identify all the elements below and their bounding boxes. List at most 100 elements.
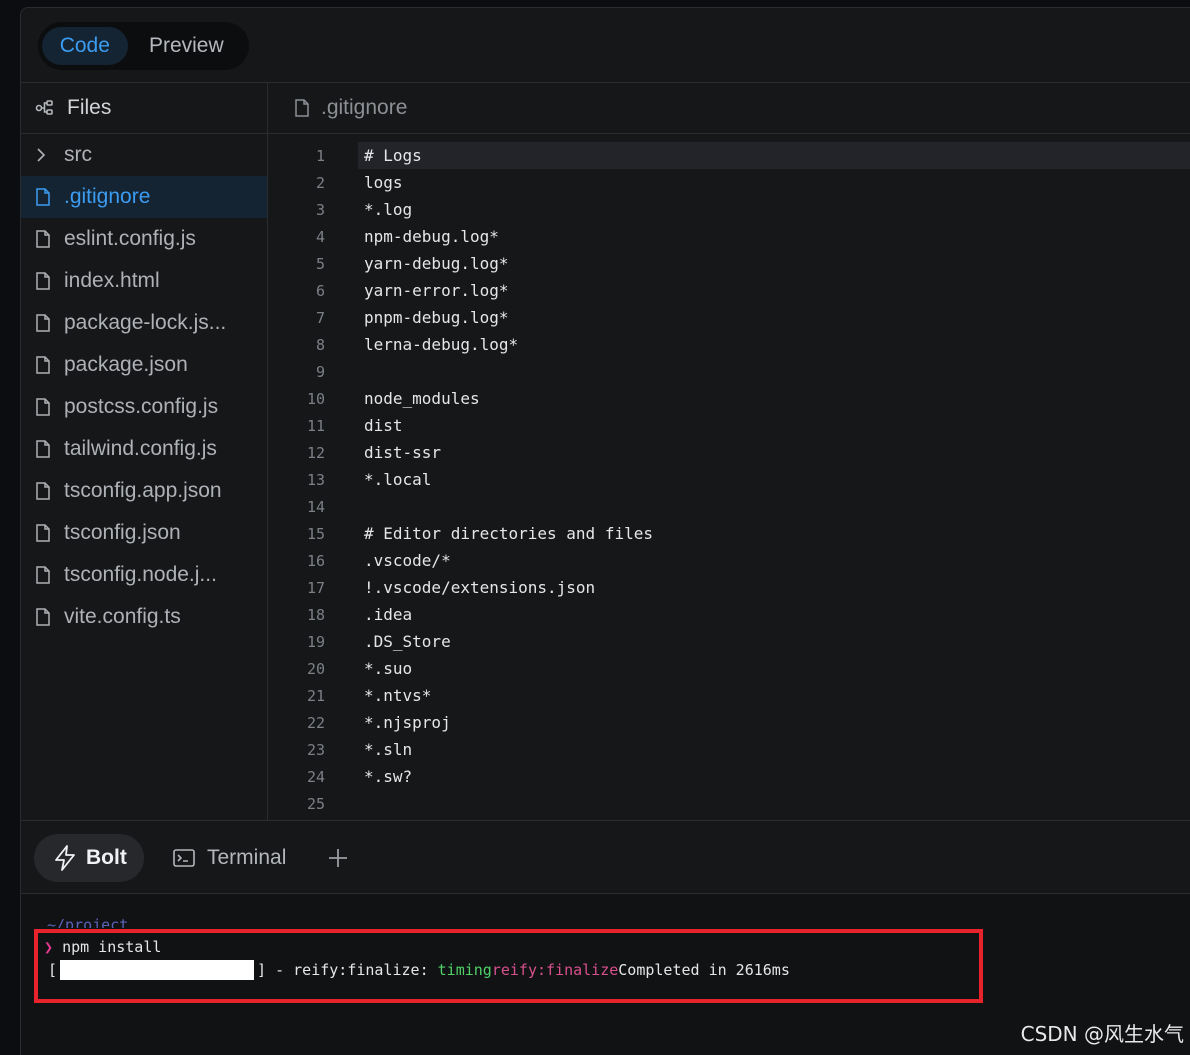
view-toggle: Code Preview: [38, 22, 249, 70]
file-item[interactable]: tailwind.config.js: [21, 428, 267, 470]
line-number: 2: [315, 173, 325, 192]
file-explorer-header: Files: [21, 83, 267, 134]
code-line: 8 lerna-debug.log*: [268, 331, 1190, 358]
line-number: 5: [315, 254, 325, 273]
file-item-label: tsconfig.json: [64, 521, 181, 544]
code-line: 10 node_modules: [268, 385, 1190, 412]
line-number: 12: [306, 443, 325, 462]
tab-bolt-label: Bolt: [86, 846, 127, 869]
code-line-text: # Editor directories and files: [364, 524, 653, 543]
line-number: 13: [306, 470, 325, 489]
code-line: 15 # Editor directories and files: [268, 520, 1190, 547]
line-number: 24: [306, 767, 325, 786]
code-line-text: *.sw?: [364, 767, 413, 786]
file-item-label: package-lock.js...: [64, 311, 227, 334]
line-number: 1: [315, 146, 325, 165]
file-explorer: Files src .gitignore eslint.config.js index…: [21, 83, 268, 820]
file-icon: [36, 314, 52, 332]
panel-tab-bar: Bolt Terminal: [21, 820, 1190, 894]
line-number: 18: [306, 605, 325, 624]
code-line-text: yarn-error.log*: [364, 281, 509, 300]
code-line: 18 .idea: [268, 601, 1190, 628]
file-tree-icon: [35, 100, 53, 115]
file-item[interactable]: vite.config.ts: [21, 596, 267, 638]
terminal-path: ~/project: [47, 916, 129, 928]
line-number: 20: [306, 659, 325, 678]
file-item[interactable]: package.json: [21, 344, 267, 386]
line-number: 11: [306, 416, 325, 435]
preview-view-button[interactable]: Preview: [128, 27, 245, 65]
line-number: 10: [306, 389, 325, 408]
file-item-label: index.html: [64, 269, 160, 292]
code-line-text: # Logs: [358, 142, 1190, 169]
code-line: 1 # Logs: [268, 142, 1190, 169]
line-number: 14: [306, 497, 325, 516]
file-item-label: src: [64, 143, 92, 166]
workbench-window: Code Preview Files src .gitignore eslint.c…: [20, 7, 1190, 1055]
code-line: 23 *.sln: [268, 736, 1190, 763]
code-line: 12 dist-ssr: [268, 439, 1190, 466]
file-item[interactable]: tsconfig.node.j...: [21, 554, 267, 596]
code-line-text: lerna-debug.log*: [364, 335, 519, 354]
top-bar: Code Preview: [21, 8, 1190, 83]
code-line-text: *.local: [364, 470, 432, 489]
terminal-output[interactable]: ~/project ❯ npm install [] - reify:final…: [21, 894, 1190, 1055]
code-line: 9: [268, 358, 1190, 385]
line-number: 3: [315, 200, 325, 219]
code-line: 17 !.vscode/extensions.json: [268, 574, 1190, 601]
file-icon: [36, 272, 52, 290]
file-item-label: tsconfig.node.j...: [64, 563, 217, 586]
line-number: 9: [315, 362, 325, 381]
code-line: 25: [268, 790, 1190, 817]
code-line-text: *.ntvs*: [364, 686, 432, 705]
line-number: 15: [306, 524, 325, 543]
file-item-label: tsconfig.app.json: [64, 479, 222, 502]
file-item[interactable]: postcss.config.js: [21, 386, 267, 428]
code-line-text: dist: [364, 416, 403, 435]
watermark: CSDN @风生水气: [1020, 1022, 1184, 1046]
code-line-text: yarn-debug.log*: [364, 254, 509, 273]
code-line: 7 pnpm-debug.log*: [268, 304, 1190, 331]
code-line-text: !.vscode/extensions.json: [364, 578, 596, 597]
line-number: 4: [315, 227, 325, 246]
line-number: 25: [306, 794, 325, 813]
file-item[interactable]: .gitignore: [21, 176, 267, 218]
line-number: 6: [315, 281, 325, 300]
file-explorer-title: Files: [67, 96, 112, 119]
code-view-button[interactable]: Code: [42, 27, 128, 65]
code-line: 2 logs: [268, 169, 1190, 196]
plus-icon[interactable]: [325, 845, 351, 871]
file-icon: [36, 566, 52, 584]
code-editor: .gitignore 1 # Logs 2 logs 3 *.log 4 npm-debug.…: [268, 83, 1190, 820]
highlight-box: [34, 929, 983, 1003]
file-icon: [36, 440, 52, 458]
file-item[interactable]: index.html: [21, 260, 267, 302]
tab-bolt[interactable]: Bolt: [34, 834, 144, 882]
file-icon: [36, 608, 52, 626]
tab-terminal[interactable]: Terminal: [173, 834, 286, 882]
line-number: 21: [306, 686, 325, 705]
file-icon: [36, 188, 52, 206]
file-icon: [36, 398, 52, 416]
file-item[interactable]: eslint.config.js: [21, 218, 267, 260]
code-line: 11 dist: [268, 412, 1190, 439]
file-icon: [36, 356, 52, 374]
line-number: 23: [306, 740, 325, 759]
file-item[interactable]: tsconfig.json: [21, 512, 267, 554]
tab-terminal-label: Terminal: [207, 846, 287, 869]
code-line: 14: [268, 493, 1190, 520]
code-line-text: *.suo: [364, 659, 413, 678]
file-item[interactable]: package-lock.js...: [21, 302, 267, 344]
code-line: 13 *.local: [268, 466, 1190, 493]
editor-tab[interactable]: .gitignore: [268, 83, 1190, 134]
code-area[interactable]: 1 # Logs 2 logs 3 *.log 4 npm-debug.log* 5 yarn-d…: [268, 134, 1190, 817]
code-line-text: .idea: [364, 605, 413, 624]
file-icon: [295, 99, 309, 117]
folder-item[interactable]: src: [21, 134, 267, 176]
chevron-right-icon: [36, 147, 52, 163]
lightning-icon: [55, 845, 75, 871]
code-line: 22 *.njsproj: [268, 709, 1190, 736]
file-item[interactable]: tsconfig.app.json: [21, 470, 267, 512]
code-line: 6 yarn-error.log*: [268, 277, 1190, 304]
